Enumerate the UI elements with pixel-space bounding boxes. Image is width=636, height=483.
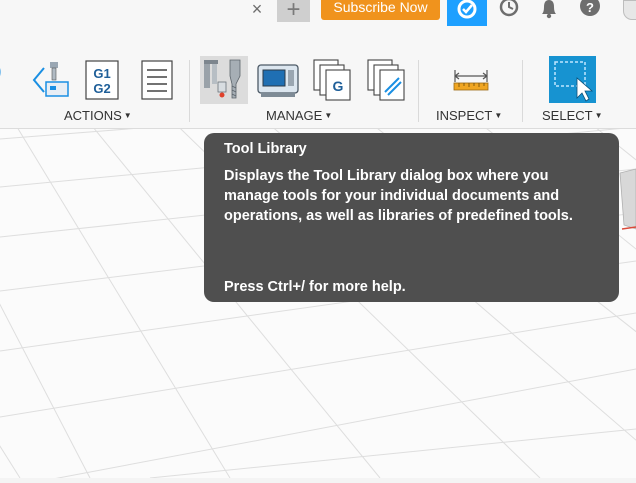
tool-library-icon[interactable] [200,56,248,104]
post-library-icon[interactable]: G [312,58,352,107]
tooltip-title: Tool Library [224,141,307,157]
template-library-icon[interactable] [366,58,406,107]
subscribe-button[interactable]: Subscribe Now [321,0,440,20]
g2-text: G2 [93,81,110,96]
tooltip: Tool Library Displays the Tool Library d… [204,133,619,302]
manage-menu[interactable]: MANAGE ▼ [266,108,332,123]
caret-down-icon: ▼ [123,111,132,120]
title-bar: × + Subscribe Now ? [0,0,636,28]
job-status-button[interactable] [447,0,487,26]
setup-sheet-icon[interactable] [141,60,173,105]
g1-text: G1 [93,66,110,81]
caret-down-icon: ▼ [594,111,603,120]
user-avatar[interactable] [623,0,636,20]
machine-library-icon[interactable] [257,62,299,103]
simulate-icon[interactable] [32,60,72,105]
job-status-icon [457,0,477,19]
actions-label: ACTIONS [64,108,122,123]
caret-down-icon: ▼ [494,111,503,120]
measure-icon[interactable] [452,68,490,97]
inspect-menu[interactable]: INSPECT ▼ [436,108,502,123]
close-tab-icon[interactable]: × [247,0,267,20]
toolbar-divider [522,60,523,122]
toolbar-divider [189,60,190,122]
new-tab-button[interactable]: + [277,0,310,23]
select-label: SELECT [542,108,593,123]
plus-icon: + [286,0,301,23]
actions-menu[interactable]: ACTIONS ▼ [64,108,132,123]
tooltip-description: Displays the Tool Library dialog box whe… [224,168,573,224]
partial-toolbar-icon[interactable] [0,60,6,95]
toolbar: G1 G2 ACTIONS ▼ G MANAGE ▼ INSPECT ▼ SEL… [0,28,636,129]
manage-label: MANAGE [266,108,323,123]
caret-down-icon: ▼ [324,111,333,120]
toolbar-divider [418,60,419,122]
svg-text:?: ? [586,0,594,15]
select-menu[interactable]: SELECT ▼ [542,108,603,123]
inspect-label: INSPECT [436,108,493,123]
help-icon[interactable]: ? [579,0,601,25]
post-library-glyph: G [333,78,344,94]
tooltip-help-hint: Press Ctrl+/ for more help. [224,279,406,295]
select-icon[interactable] [549,56,596,103]
post-process-g1g2-icon[interactable]: G1 G2 [85,60,119,105]
history-icon[interactable] [498,0,520,25]
notifications-icon[interactable] [539,0,559,25]
